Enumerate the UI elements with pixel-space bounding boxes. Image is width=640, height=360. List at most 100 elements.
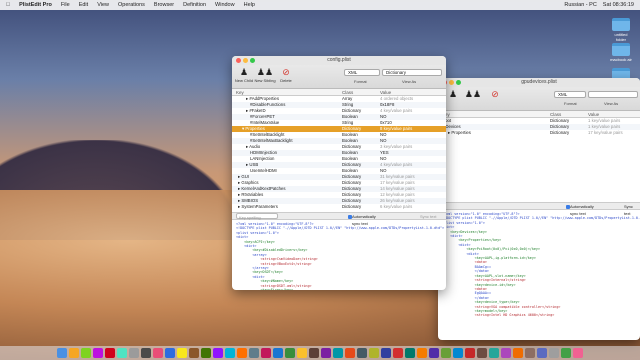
dock-app-icon[interactable] [261, 348, 271, 358]
table-row[interactable]: ▸ SystemParameters Dictionary 6 key/value … [232, 204, 446, 210]
dock-app-icon[interactable] [525, 348, 535, 358]
dock-app-icon[interactable] [105, 348, 115, 358]
desktop-folder-untitled[interactable]: untitled folder [610, 18, 632, 42]
format-select[interactable]: XML [554, 91, 586, 98]
dock-app-icon[interactable] [393, 348, 403, 358]
dock-app-icon[interactable] [429, 348, 439, 358]
sync-checkbox[interactable]: Automatically sync text [348, 213, 376, 226]
zoom-icon[interactable] [456, 80, 461, 85]
dock-app-icon[interactable] [153, 348, 163, 358]
delete-button[interactable]: ⊘ [484, 89, 506, 100]
dock-app-icon[interactable] [405, 348, 415, 358]
row-value[interactable]: 6 key/value pairs [380, 204, 412, 210]
zoom-icon[interactable] [250, 58, 255, 63]
dock-app-icon[interactable] [165, 348, 175, 358]
dock-app-icon[interactable] [369, 348, 379, 358]
sync-button[interactable]: Sync text [420, 213, 436, 220]
col-key[interactable]: Key [236, 89, 244, 96]
dock-app-icon[interactable] [465, 348, 475, 358]
dock-app-icon[interactable] [321, 348, 331, 358]
dock-app-icon[interactable] [141, 348, 151, 358]
main-window-title: config.plist [327, 57, 351, 63]
menu-file[interactable]: File [61, 2, 70, 8]
dock-app-icon[interactable] [81, 348, 91, 358]
xml-line: <key>Fixes</key> [236, 288, 442, 290]
dock-app-icon[interactable] [573, 348, 583, 358]
view-as-select[interactable]: Dictionary [382, 69, 442, 76]
minimize-icon[interactable] [243, 58, 248, 63]
back-xml-editor[interactable]: <?xml version="1.0" encoding="UTF-8"?> <!… [438, 210, 640, 320]
back-window-titlebar[interactable]: gpudevices.plist [438, 78, 640, 87]
window-controls [236, 58, 255, 63]
dock-app-icon[interactable] [117, 348, 127, 358]
col-value[interactable]: Value [380, 89, 391, 96]
dock-app-icon[interactable] [333, 348, 343, 358]
col-class[interactable]: Class [342, 89, 353, 96]
dock-app-icon[interactable] [201, 348, 211, 358]
dock-app-icon[interactable] [477, 348, 487, 358]
dock-app-icon[interactable] [297, 348, 307, 358]
menu-view[interactable]: View [97, 2, 109, 8]
menu-edit[interactable]: Edit [79, 2, 88, 8]
format-label: Format [354, 79, 367, 84]
dock-app-icon[interactable] [453, 348, 463, 358]
dock-app-icon[interactable] [561, 348, 571, 358]
search-input[interactable]: Key spelling [236, 213, 278, 220]
delete-icon: ⊘ [491, 89, 499, 99]
main-window[interactable]: config.plist ♟ New Child ♟♟ New Sibling … [232, 56, 446, 290]
dock-app-icon[interactable] [93, 348, 103, 358]
sync-checkbox[interactable]: Automatically sync text [566, 203, 594, 216]
view-as-select[interactable] [588, 91, 638, 98]
dock-app-icon[interactable] [213, 348, 223, 358]
dock-app-icon[interactable] [537, 348, 547, 358]
new-sibling-button[interactable]: ♟♟ New Sibling [254, 67, 276, 83]
dock-app-icon[interactable] [237, 348, 247, 358]
col-value[interactable]: Value [588, 111, 599, 118]
dock-app-icon[interactable] [417, 348, 427, 358]
new-sibling-button[interactable]: ♟♟ [462, 89, 484, 100]
clock[interactable]: Sat 08:36:19 [603, 2, 634, 8]
main-window-titlebar[interactable]: config.plist [232, 56, 446, 65]
menu-help[interactable]: Help [244, 2, 255, 8]
new-child-button[interactable]: ♟ New Child [233, 67, 255, 83]
main-column-headers: Key Class Value [232, 89, 446, 96]
dock-app-icon[interactable] [177, 348, 187, 358]
dock-app-icon[interactable] [273, 348, 283, 358]
format-select[interactable]: XML [344, 69, 380, 76]
dock-app-icon[interactable] [189, 348, 199, 358]
dock-app-icon[interactable] [381, 348, 391, 358]
dock-app-icon[interactable] [285, 348, 295, 358]
main-xml-editor[interactable]: <?xml version="1.0" encoding="UTF-8"?> <!… [232, 220, 446, 290]
dock-app-icon[interactable] [69, 348, 79, 358]
dock-app-icon[interactable] [345, 348, 355, 358]
close-icon[interactable] [236, 58, 241, 63]
dock-app-icon[interactable] [501, 348, 511, 358]
dock-app-icon[interactable] [441, 348, 451, 358]
minimize-icon[interactable] [449, 80, 454, 85]
main-outline: ▸ #AddProperties Array 4 ordered objects #D… [232, 96, 446, 212]
people-icon: ♟♟ [256, 67, 274, 77]
table-row[interactable]: ▸ Properties Dictionary 17 key/value pai… [438, 130, 640, 136]
menu-definition[interactable]: Definition [183, 2, 206, 8]
back-window[interactable]: gpudevices.plist ♟ ♟♟ ⊘ XML Format View … [438, 78, 640, 340]
dock-app-icon[interactable] [513, 348, 523, 358]
menu-window[interactable]: Window [215, 2, 235, 8]
col-class[interactable]: Class [550, 111, 561, 118]
delete-button[interactable]: ⊘ Delete [275, 67, 297, 83]
dock-app-icon[interactable] [249, 348, 259, 358]
apple-icon[interactable]:  [6, 2, 10, 8]
menu-operations[interactable]: Operations [118, 2, 145, 8]
sync-button[interactable]: Sync text [624, 203, 640, 217]
dock-app-icon[interactable] [549, 348, 559, 358]
row-key: ▸ SystemParameters [238, 204, 278, 209]
dock-app-icon[interactable] [309, 348, 319, 358]
dock-app-icon[interactable] [357, 348, 367, 358]
dock-app-icon[interactable] [489, 348, 499, 358]
desktop-folder-macbook[interactable]: macbook air [610, 43, 632, 62]
dock-app-icon[interactable] [129, 348, 139, 358]
dock-app-icon[interactable] [57, 348, 67, 358]
menu-app-name[interactable]: PlistEdit Pro [19, 2, 52, 8]
dock-app-icon[interactable] [225, 348, 235, 358]
input-source[interactable]: Russian - PC [564, 2, 596, 8]
menu-browser[interactable]: Browser [154, 2, 174, 8]
